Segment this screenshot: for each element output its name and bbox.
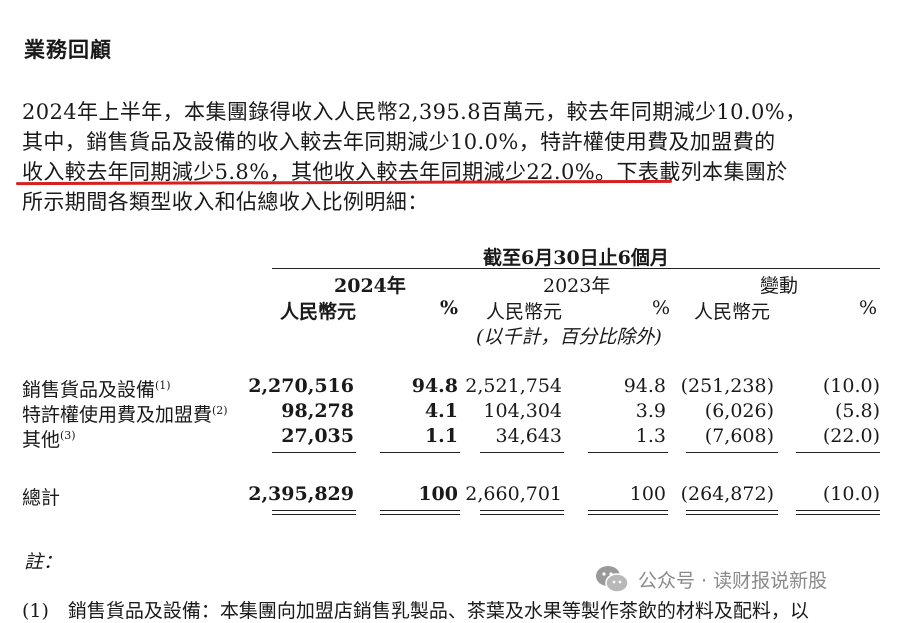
cell-change-value: (251,238) [680,375,774,397]
watermark: 公众号 · 读财报说新股 [594,563,827,595]
paragraph-line-2: 其中，銷售貨品及設備的收入較去年同期減少10.0%，特許權使用費及加盟費的 [22,130,776,154]
row-label-royalty: 特許權使用費及加盟費(2) [22,404,228,426]
subtotal-rule [380,452,460,453]
cell-change-value: (6,026) [704,400,774,422]
cell-change-pct: (5.8) [834,400,880,422]
total-double-rule [796,510,880,515]
total-double-rule [588,510,668,515]
pct-header-change: % [859,297,878,319]
cell-2024-value: 27,035 [281,425,354,447]
cell-2023-pct: 94.8 [623,375,666,397]
row-label-other: 其他(3) [22,429,76,451]
header-rule [272,268,880,269]
total-double-rule [272,510,356,515]
cell-change-pct: (10.0) [822,375,880,397]
cell-2023-value: 2,521,754 [465,375,562,397]
subtotal-rule [588,452,668,453]
cell-change-pct: (22.0) [822,425,880,447]
watermark-text: 公众号 · 读财报说新股 [638,569,828,592]
cell-2024-pct: 94.8 [411,375,458,397]
unit-note: (以千計，百分比除外) [476,326,662,348]
rmb-header-2023: 人民幣元 [486,301,563,323]
period-header: 截至6月30日止6個月 [483,247,669,269]
subtotal-rule [272,452,356,453]
total-2023-pct: 100 [629,483,666,505]
pct-header-2023: % [652,297,671,319]
subtotal-rule [796,452,880,453]
cell-2024-value: 2,270,516 [248,375,354,397]
year-2023-header: 2023年 [543,275,611,297]
paragraph-line-4: 所示期間各類型收入和佔總收入比例明細： [22,190,429,214]
notes-label: 註： [24,551,63,573]
rmb-header-2024: 人民幣元 [280,301,357,323]
total-change-value: (264,872) [680,483,774,505]
paragraph-line-1: 2024年上半年，本集團錄得收入人民幣2,395.8百萬元，較去年同期減少10.… [22,100,807,124]
footnote-1-partial: (1) 銷售貨品及設備：本集團向加盟店銷售乳製品、茶葉及水果等製作茶飲的材料及配… [22,600,809,622]
cell-2023-pct: 3.9 [635,400,666,422]
cell-2024-value: 98,278 [281,400,354,422]
cell-2023-value: 104,304 [483,400,562,422]
year-2024-header: 2024年 [334,275,406,297]
subtotal-rule [686,452,778,453]
section-heading: 業務回顧 [24,37,112,62]
total-change-pct: (10.0) [822,483,880,505]
subtotal-rule [480,452,564,453]
total-2024-value: 2,395,829 [248,483,354,505]
cell-2023-pct: 1.3 [635,425,666,447]
cell-change-value: (7,608) [704,425,774,447]
row-label-total: 總計 [22,487,61,509]
total-2024-pct: 100 [418,483,458,505]
pct-header-2024: % [440,297,459,319]
row-label-goods: 銷售貨品及設備(1) [22,379,171,401]
cell-2024-pct: 1.1 [424,425,458,447]
cell-2024-pct: 4.1 [424,400,458,422]
change-header: 變動 [760,275,799,297]
cell-2023-value: 34,643 [495,425,562,447]
total-double-rule [480,510,564,515]
rmb-header-change: 人民幣元 [694,301,771,323]
wechat-icon [596,566,629,593]
total-2023-value: 2,660,701 [465,483,562,505]
total-double-rule [380,510,460,515]
total-double-rule [686,510,778,515]
